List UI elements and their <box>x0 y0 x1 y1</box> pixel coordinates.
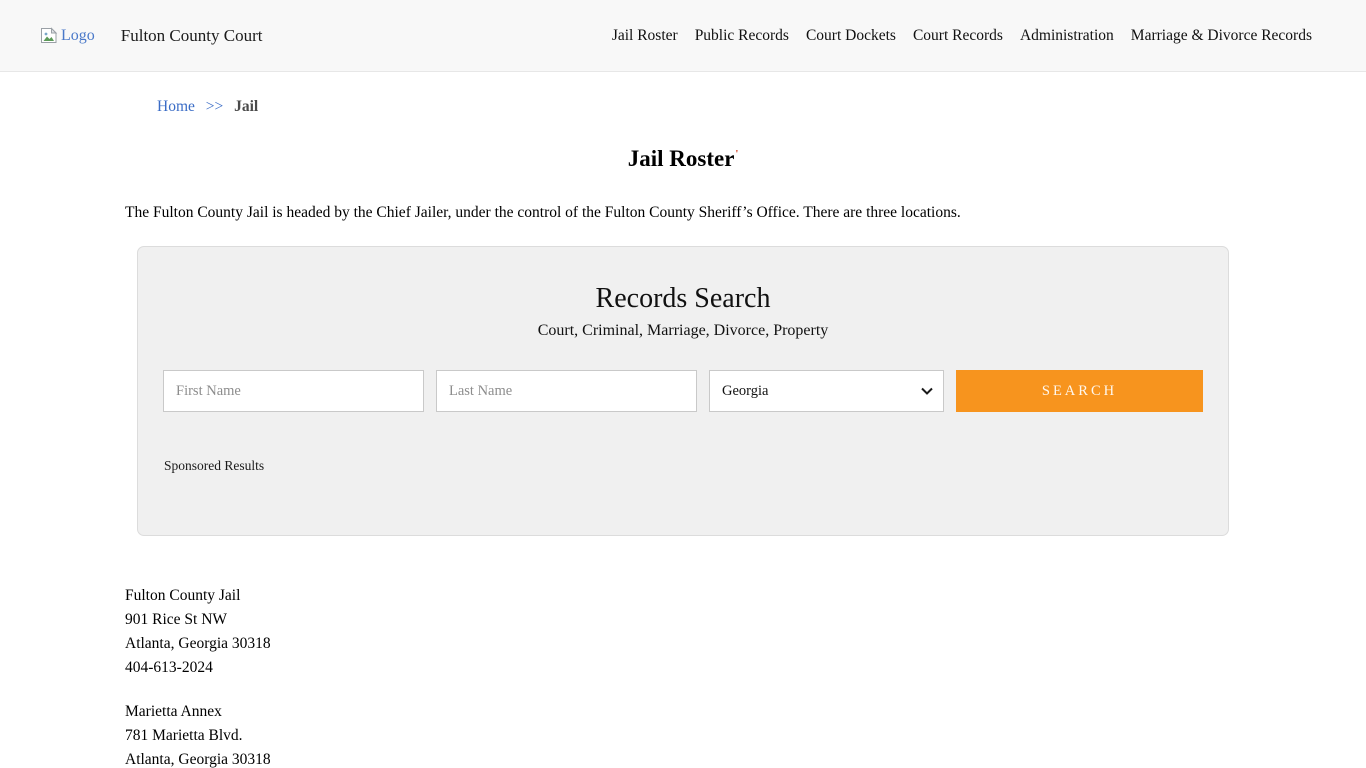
location-address-line: 901 Rice St NW <box>125 608 1366 632</box>
nav-item-court-dockets[interactable]: Court Dockets <box>806 27 896 45</box>
broken-image-icon <box>40 27 61 44</box>
records-search-subtitle: Court, Criminal, Marriage, Divorce, Prop… <box>138 322 1228 340</box>
breadcrumb-separator: >> <box>206 98 223 115</box>
logo[interactable]: Logo <box>40 27 95 45</box>
location-address-line: Atlanta, Georgia 30318 <box>125 632 1366 656</box>
location-address-line: Atlanta, Georgia 30318 <box>125 748 1366 768</box>
page-title-mark: ' <box>735 149 738 160</box>
search-button[interactable]: SEARCH <box>956 370 1203 412</box>
location-block: Marietta Annex 781 Marietta Blvd. Atlant… <box>125 700 1366 768</box>
locations-section: Fulton County Jail 901 Rice St NW Atlant… <box>125 584 1366 768</box>
records-search-title: Records Search <box>138 283 1228 315</box>
state-select-wrap: Georgia <box>709 370 944 412</box>
nav-item-public-records[interactable]: Public Records <box>695 27 789 45</box>
breadcrumb: Home >> Jail <box>157 98 1366 116</box>
header: Logo Fulton County Court Jail Roster Pub… <box>0 0 1366 72</box>
location-block: Fulton County Jail 901 Rice St NW Atlant… <box>125 584 1366 680</box>
brand-title: Fulton County Court <box>121 26 263 46</box>
main-nav: Jail Roster Public Records Court Dockets… <box>595 27 1312 45</box>
location-name: Marietta Annex <box>125 700 1366 724</box>
records-search-form: Georgia SEARCH <box>163 370 1203 412</box>
location-name: Fulton County Jail <box>125 584 1366 608</box>
location-phone: 404-613-2024 <box>125 656 1366 680</box>
page-title-text: Jail Roster <box>628 146 735 171</box>
intro-text: The Fulton County Jail is headed by the … <box>125 204 1366 222</box>
breadcrumb-home-link[interactable]: Home <box>157 98 195 115</box>
location-address-line: 781 Marietta Blvd. <box>125 724 1366 748</box>
logo-alt-text: Logo <box>61 27 95 45</box>
breadcrumb-current: Jail <box>234 98 258 115</box>
nav-item-jail-roster[interactable]: Jail Roster <box>612 27 678 45</box>
sponsored-results-label: Sponsored Results <box>164 458 1228 474</box>
last-name-input[interactable] <box>436 370 697 412</box>
nav-item-marriage-divorce[interactable]: Marriage & Divorce Records <box>1131 27 1312 45</box>
records-search-panel: Records Search Court, Criminal, Marriage… <box>137 246 1229 536</box>
first-name-input[interactable] <box>163 370 424 412</box>
brand-group: Logo Fulton County Court <box>40 26 262 46</box>
nav-item-administration[interactable]: Administration <box>1020 27 1114 45</box>
nav-item-court-records[interactable]: Court Records <box>913 27 1003 45</box>
page-title: Jail Roster' <box>0 146 1366 172</box>
state-select[interactable]: Georgia <box>709 370 944 412</box>
